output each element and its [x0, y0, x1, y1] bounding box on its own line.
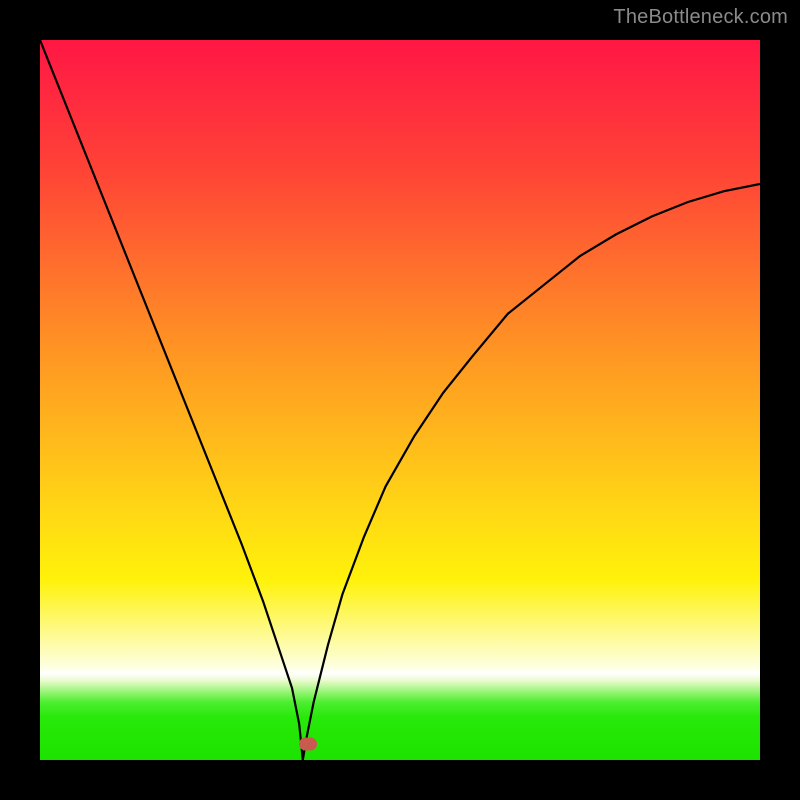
curve-path	[40, 40, 760, 760]
plot-area	[40, 40, 760, 760]
chart-frame: TheBottleneck.com	[0, 0, 800, 800]
bottleneck-curve	[40, 40, 760, 760]
watermark-text: TheBottleneck.com	[613, 6, 788, 29]
optimal-point-marker	[299, 738, 317, 751]
